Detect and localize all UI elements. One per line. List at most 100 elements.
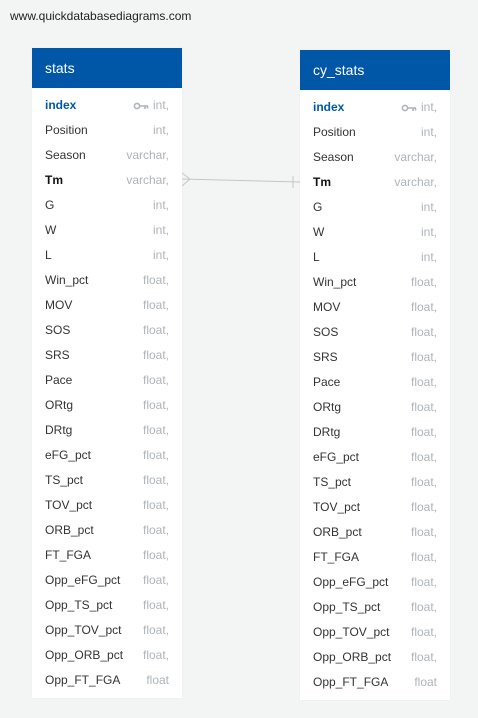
field-row[interactable]: TOV_pct float,: [300, 494, 450, 519]
field-type-label: float,: [410, 350, 437, 364]
field-type: int,: [401, 100, 437, 114]
watermark-text: www.quickdatabasediagrams.com: [10, 9, 192, 23]
field-type: float,: [411, 425, 437, 439]
field-row[interactable]: Opp_TS_pct float,: [32, 592, 182, 617]
field-row[interactable]: index int,: [32, 92, 182, 117]
field-row[interactable]: MOV float,: [300, 294, 450, 319]
field-name: Pace: [45, 373, 73, 387]
table-stats[interactable]: stats index int, Position int, Season varchar…: [32, 48, 182, 698]
field-row[interactable]: ORtg float,: [32, 392, 182, 417]
field-row[interactable]: Win_pct float,: [300, 269, 450, 294]
field-type: float,: [411, 375, 437, 389]
field-row[interactable]: Lint,: [300, 244, 450, 269]
field-type-label: float,: [410, 500, 437, 514]
field-name: ORtg: [45, 398, 74, 412]
field-row[interactable]: Tm varchar,: [300, 169, 450, 194]
field-row[interactable]: ORB_pct float,: [300, 519, 450, 544]
field-row[interactable]: Position int,: [32, 117, 182, 142]
field-row[interactable]: Lint,: [32, 242, 182, 267]
field-type-label: int,: [420, 200, 437, 214]
field-name: L: [45, 248, 52, 262]
field-row[interactable]: Win_pct float,: [32, 267, 182, 292]
field-row[interactable]: Position int,: [300, 119, 450, 144]
field-row[interactable]: SRS float,: [32, 342, 182, 367]
field-type: int,: [421, 225, 437, 239]
field-row[interactable]: DRtg float,: [300, 419, 450, 444]
table-cy-stats[interactable]: cy_stats index int, Position int, Season varc…: [300, 50, 450, 700]
field-name: Opp_TOV_pct: [313, 625, 390, 639]
field-type: float,: [411, 450, 437, 464]
field-type-label: int,: [420, 225, 437, 239]
field-type: float,: [411, 300, 437, 314]
field-type: float,: [143, 523, 169, 537]
field-type: varchar,: [394, 150, 437, 164]
field-row[interactable]: SOS float,: [32, 317, 182, 342]
field-row[interactable]: Pace float,: [300, 369, 450, 394]
field-row[interactable]: ORtg float,: [300, 394, 450, 419]
field-type: int,: [153, 223, 169, 237]
field-row[interactable]: Opp_TS_pct float,: [300, 594, 450, 619]
field-row[interactable]: Gint,: [300, 194, 450, 219]
field-type-label: float,: [410, 650, 437, 664]
field-row[interactable]: Opp_ORB_pct float,: [300, 644, 450, 669]
field-row[interactable]: TOV_pct float,: [32, 492, 182, 517]
field-name: ORB_pct: [313, 525, 362, 539]
field-row[interactable]: Tm varchar,: [32, 167, 182, 192]
field-row[interactable]: MOV float,: [32, 292, 182, 317]
field-type-label: float,: [142, 623, 169, 637]
field-row[interactable]: Season varchar,: [32, 142, 182, 167]
field-type: float,: [143, 373, 169, 387]
field-type-label: float,: [142, 373, 169, 387]
field-name: Win_pct: [313, 275, 357, 289]
field-type-label: float,: [410, 450, 437, 464]
field-type: float,: [411, 525, 437, 539]
field-type-label: int,: [420, 125, 437, 139]
field-row[interactable]: Pace float,: [32, 367, 182, 392]
field-type-label: varchar,: [394, 175, 437, 189]
field-row[interactable]: TS_pct float,: [32, 467, 182, 492]
field-row[interactable]: eFG_pct float,: [32, 442, 182, 467]
field-type-label: int,: [152, 98, 169, 112]
field-row[interactable]: ORB_pct float,: [32, 517, 182, 542]
field-row[interactable]: Opp_TOV_pct float,: [300, 619, 450, 644]
table-cy-stats-header[interactable]: cy_stats: [300, 50, 450, 90]
field-type-label: float,: [410, 550, 437, 564]
field-row[interactable]: SRS float,: [300, 344, 450, 369]
field-type: int,: [153, 198, 169, 212]
field-row[interactable]: Gint,: [32, 192, 182, 217]
field-row[interactable]: index int,: [300, 94, 450, 119]
field-row[interactable]: SOS float,: [300, 319, 450, 344]
key-icon: [133, 102, 149, 110]
field-type-label: float,: [410, 325, 437, 339]
field-type-label: float,: [410, 375, 437, 389]
field-row[interactable]: Opp_ORB_pct float,: [32, 642, 182, 667]
table-cy-stats-fields: index int, Position int, Season varchar, Tm var…: [300, 90, 450, 694]
field-row[interactable]: Opp_eFG_pct float,: [300, 569, 450, 594]
field-row[interactable]: DRtg float,: [32, 417, 182, 442]
field-name: TOV_pct: [313, 500, 361, 514]
field-type: float,: [143, 448, 169, 462]
field-type-label: float,: [142, 423, 169, 437]
field-row[interactable]: Wint,: [32, 217, 182, 242]
field-type-label: int,: [152, 248, 169, 262]
field-row[interactable]: Opp_FT_FGA float: [300, 669, 450, 694]
field-row[interactable]: FT_FGA float,: [32, 542, 182, 567]
field-type: int,: [421, 125, 437, 139]
field-type: float: [146, 673, 169, 687]
field-row[interactable]: Opp_eFG_pct float,: [32, 567, 182, 592]
field-name: MOV: [313, 300, 341, 314]
field-type: float,: [411, 400, 437, 414]
field-row[interactable]: Opp_TOV_pct float,: [32, 617, 182, 642]
field-name: Opp_FT_FGA: [45, 673, 121, 687]
field-row[interactable]: FT_FGA float,: [300, 544, 450, 569]
field-row[interactable]: TS_pct float,: [300, 469, 450, 494]
field-name: TOV_pct: [45, 498, 93, 512]
field-row[interactable]: Opp_FT_FGA float: [32, 667, 182, 692]
table-stats-header[interactable]: stats: [32, 48, 182, 88]
field-type-label: float,: [410, 525, 437, 539]
field-row[interactable]: eFG_pct float,: [300, 444, 450, 469]
field-name: Opp_TOV_pct: [45, 623, 122, 637]
field-type: int,: [153, 123, 169, 137]
field-row[interactable]: Season varchar,: [300, 144, 450, 169]
field-row[interactable]: Wint,: [300, 219, 450, 244]
